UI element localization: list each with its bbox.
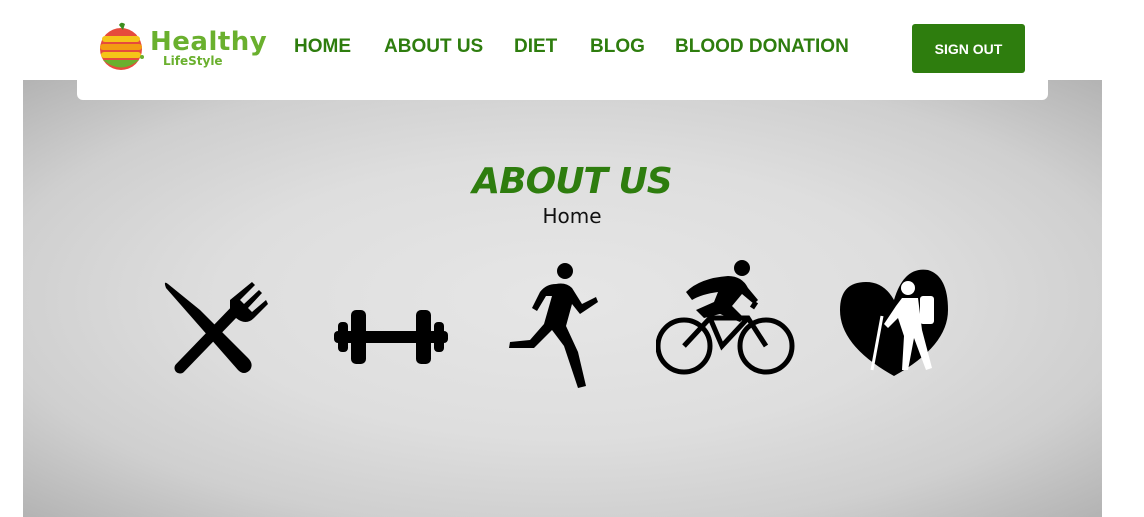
nav-blog[interactable]: BLOG [590, 36, 645, 58]
top-navbar: Healthy LifeStyle HOME ABOUT US DIET BLO… [77, 0, 1048, 100]
logo-subtitle: LifeStyle [163, 54, 223, 68]
breadcrumb: Home [542, 204, 602, 228]
dumbbell-icon [334, 310, 448, 364]
nav-about-us[interactable]: ABOUT US [384, 36, 483, 58]
page-title: ABOUT US [472, 161, 672, 202]
nav-blood-donation[interactable]: BLOOD DONATION [675, 36, 849, 58]
nav-diet[interactable]: DIET [514, 36, 557, 58]
cyclist-icon [656, 260, 795, 375]
fork-knife-icon [164, 282, 268, 374]
heart-hiker-icon [840, 269, 948, 376]
nav-home[interactable]: HOME [294, 36, 351, 58]
runner-icon [509, 263, 598, 388]
sign-out-button[interactable]: SIGN OUT [912, 24, 1025, 73]
site-logo[interactable]: Healthy LifeStyle [97, 19, 267, 75]
logo-plate-icon [100, 22, 144, 70]
logo-title: Healthy [150, 27, 268, 57]
